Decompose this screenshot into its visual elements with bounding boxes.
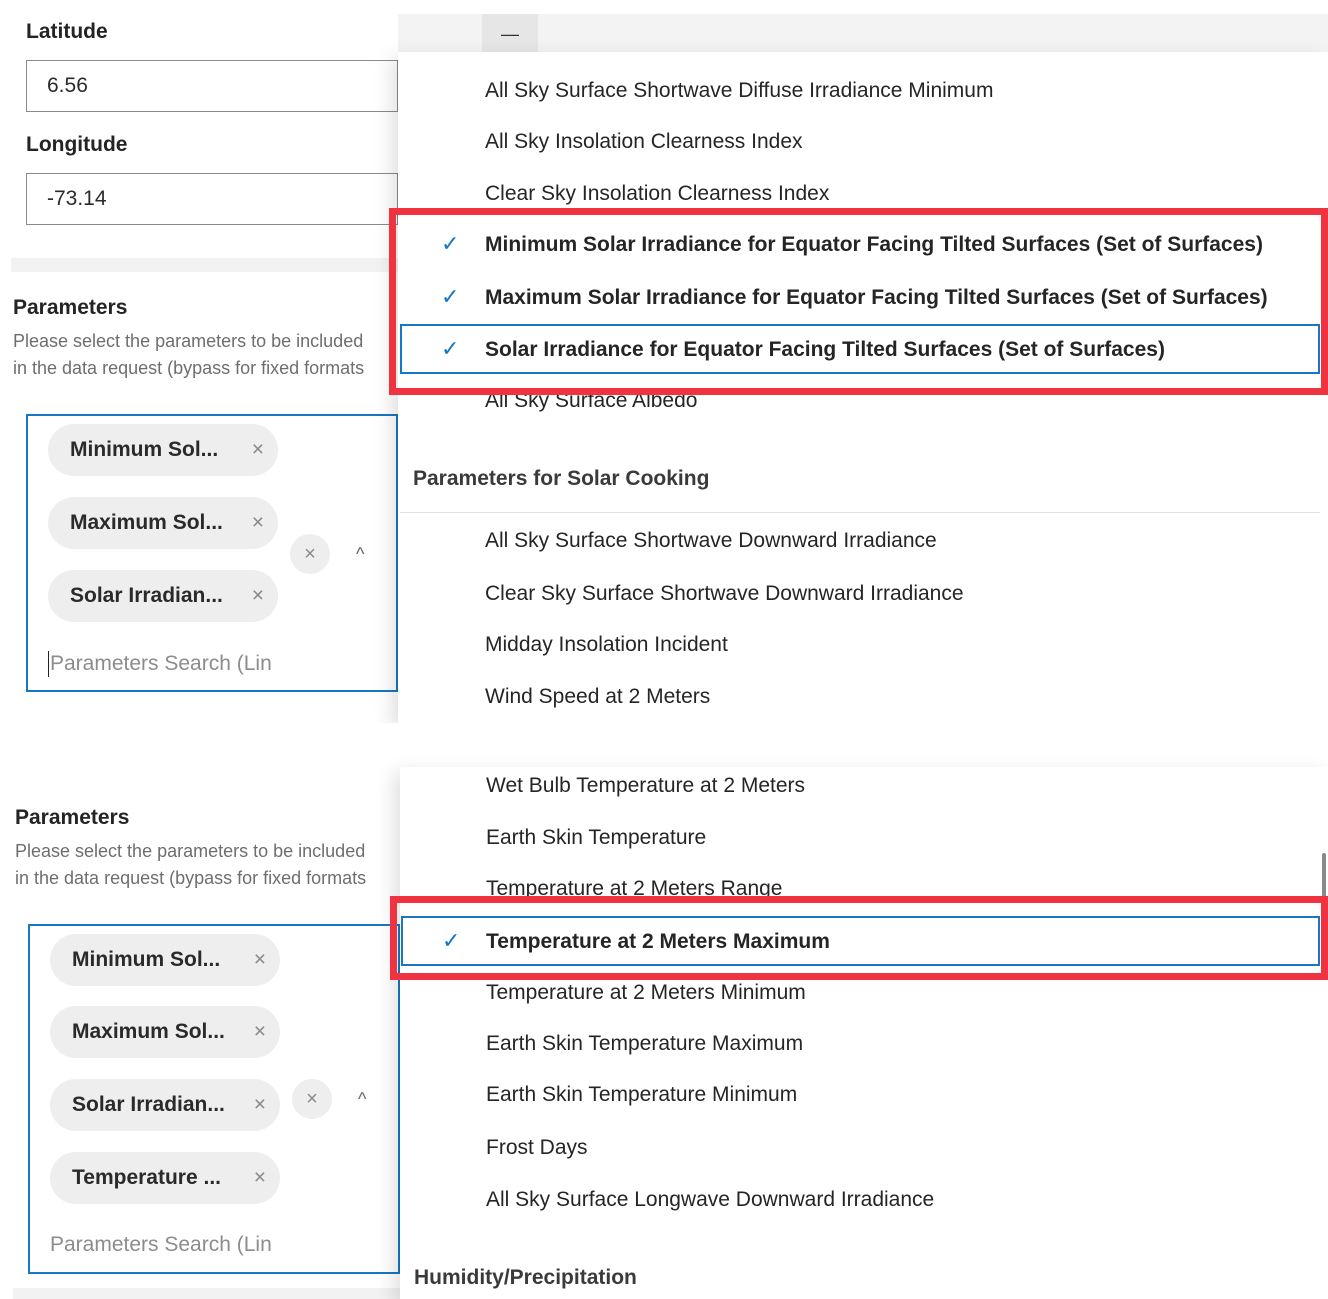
dropdown-option[interactable]: All Sky Surface Longwave Downward Irradi… [486,1188,934,1212]
chip-label: Temperature ... [72,1166,221,1189]
chip-remove-icon[interactable]: × [252,438,264,462]
chip-label: Minimum Sol... [70,438,219,461]
search-input[interactable]: Parameters Search (Lin [50,652,272,676]
capture-gap [0,723,1328,767]
parameters-multiselect[interactable]: Minimum Sol... × Maximum Sol... × Solar … [26,414,398,692]
text-cursor [48,651,49,677]
dropdown-option[interactable]: Frost Days [486,1136,588,1160]
chevron-up-icon[interactable]: ^ [356,544,364,565]
selected-chip: Maximum Sol... × [50,1006,280,1058]
dropdown-group-label: Humidity/Precipitation [414,1266,637,1289]
dropdown-option[interactable]: Earth Skin Temperature [486,826,706,850]
dropdown-option[interactable]: Clear Sky Surface Shortwave Downward Irr… [485,582,964,606]
selected-chip: Maximum Sol... × [48,497,278,549]
chip-remove-icon[interactable]: × [252,584,264,608]
dropdown-option[interactable]: Midday Insolation Incident [485,633,728,657]
clear-all-icon[interactable]: × [292,1079,332,1119]
dropdown-option[interactable]: Wind Speed at 2 Meters [485,685,710,709]
selected-chip: Solar Irradian... × [48,570,278,622]
chip-remove-icon[interactable]: × [254,1093,266,1117]
group-divider [400,512,1320,513]
dropdown-option[interactable]: Temperature at 2 Meters Minimum [486,981,806,1005]
latitude-input[interactable]: 6.56 [26,60,398,112]
parameters-title: Parameters [13,296,128,319]
latitude-label: Latitude [26,20,108,43]
collapse-button[interactable]: — [482,14,538,54]
section-divider [11,258,398,272]
search-input[interactable]: Parameters Search (Lin [50,1233,272,1257]
chip-remove-icon[interactable]: × [254,1166,266,1190]
longitude-input[interactable]: -73.14 [26,173,398,225]
parameters-description: Please select the parameters to be inclu… [13,328,398,382]
highlight-box [390,896,1328,980]
dropdown-group-label: Parameters for Solar Cooking [413,467,710,490]
chip-remove-icon[interactable]: × [252,511,264,535]
latitude-value: 6.56 [47,74,88,97]
parameters-desc-line: Please select the parameters to be inclu… [15,841,366,861]
highlight-box [389,208,1328,395]
dropdown-option[interactable]: Earth Skin Temperature Minimum [486,1083,797,1107]
dropdown-option[interactable]: All Sky Surface Shortwave Downward Irrad… [485,529,937,553]
chevron-up-icon[interactable]: ^ [358,1089,366,1110]
chip-label: Solar Irradian... [70,584,223,607]
dropdown-option[interactable]: All Sky Surface Shortwave Diffuse Irradi… [485,79,993,103]
section-divider [13,1288,400,1299]
chip-remove-icon[interactable]: × [254,948,266,972]
dropdown-option[interactable]: Clear Sky Insolation Clearness Index [485,182,829,206]
selected-chip: Minimum Sol... × [50,934,280,986]
dropdown-option[interactable]: Wet Bulb Temperature at 2 Meters [486,774,805,798]
parameters-desc-line: Please select the parameters to be inclu… [13,331,364,351]
parameters-multiselect[interactable]: Minimum Sol... × Maximum Sol... × Solar … [28,924,400,1274]
dropdown-option[interactable]: All Sky Insolation Clearness Index [485,130,803,154]
chip-label: Maximum Sol... [70,511,223,534]
longitude-label: Longitude [26,133,128,156]
longitude-value: -73.14 [47,187,107,210]
selected-chip: Minimum Sol... × [48,424,278,476]
dropdown-option[interactable]: Earth Skin Temperature Maximum [486,1032,803,1056]
chip-label: Minimum Sol... [72,948,221,971]
parameters-desc-line: in the data request (bypass for fixed fo… [13,358,365,378]
parameters-description: Please select the parameters to be inclu… [15,838,400,892]
selected-chip: Temperature ... × [50,1152,280,1204]
parameters-desc-line: in the data request (bypass for fixed fo… [15,868,367,888]
chip-label: Maximum Sol... [72,1020,225,1043]
chip-label: Solar Irradian... [72,1093,225,1116]
clear-all-icon[interactable]: × [290,534,330,574]
parameters-title: Parameters [15,806,130,829]
chip-remove-icon[interactable]: × [254,1020,266,1044]
selected-chip: Solar Irradian... × [50,1079,280,1131]
